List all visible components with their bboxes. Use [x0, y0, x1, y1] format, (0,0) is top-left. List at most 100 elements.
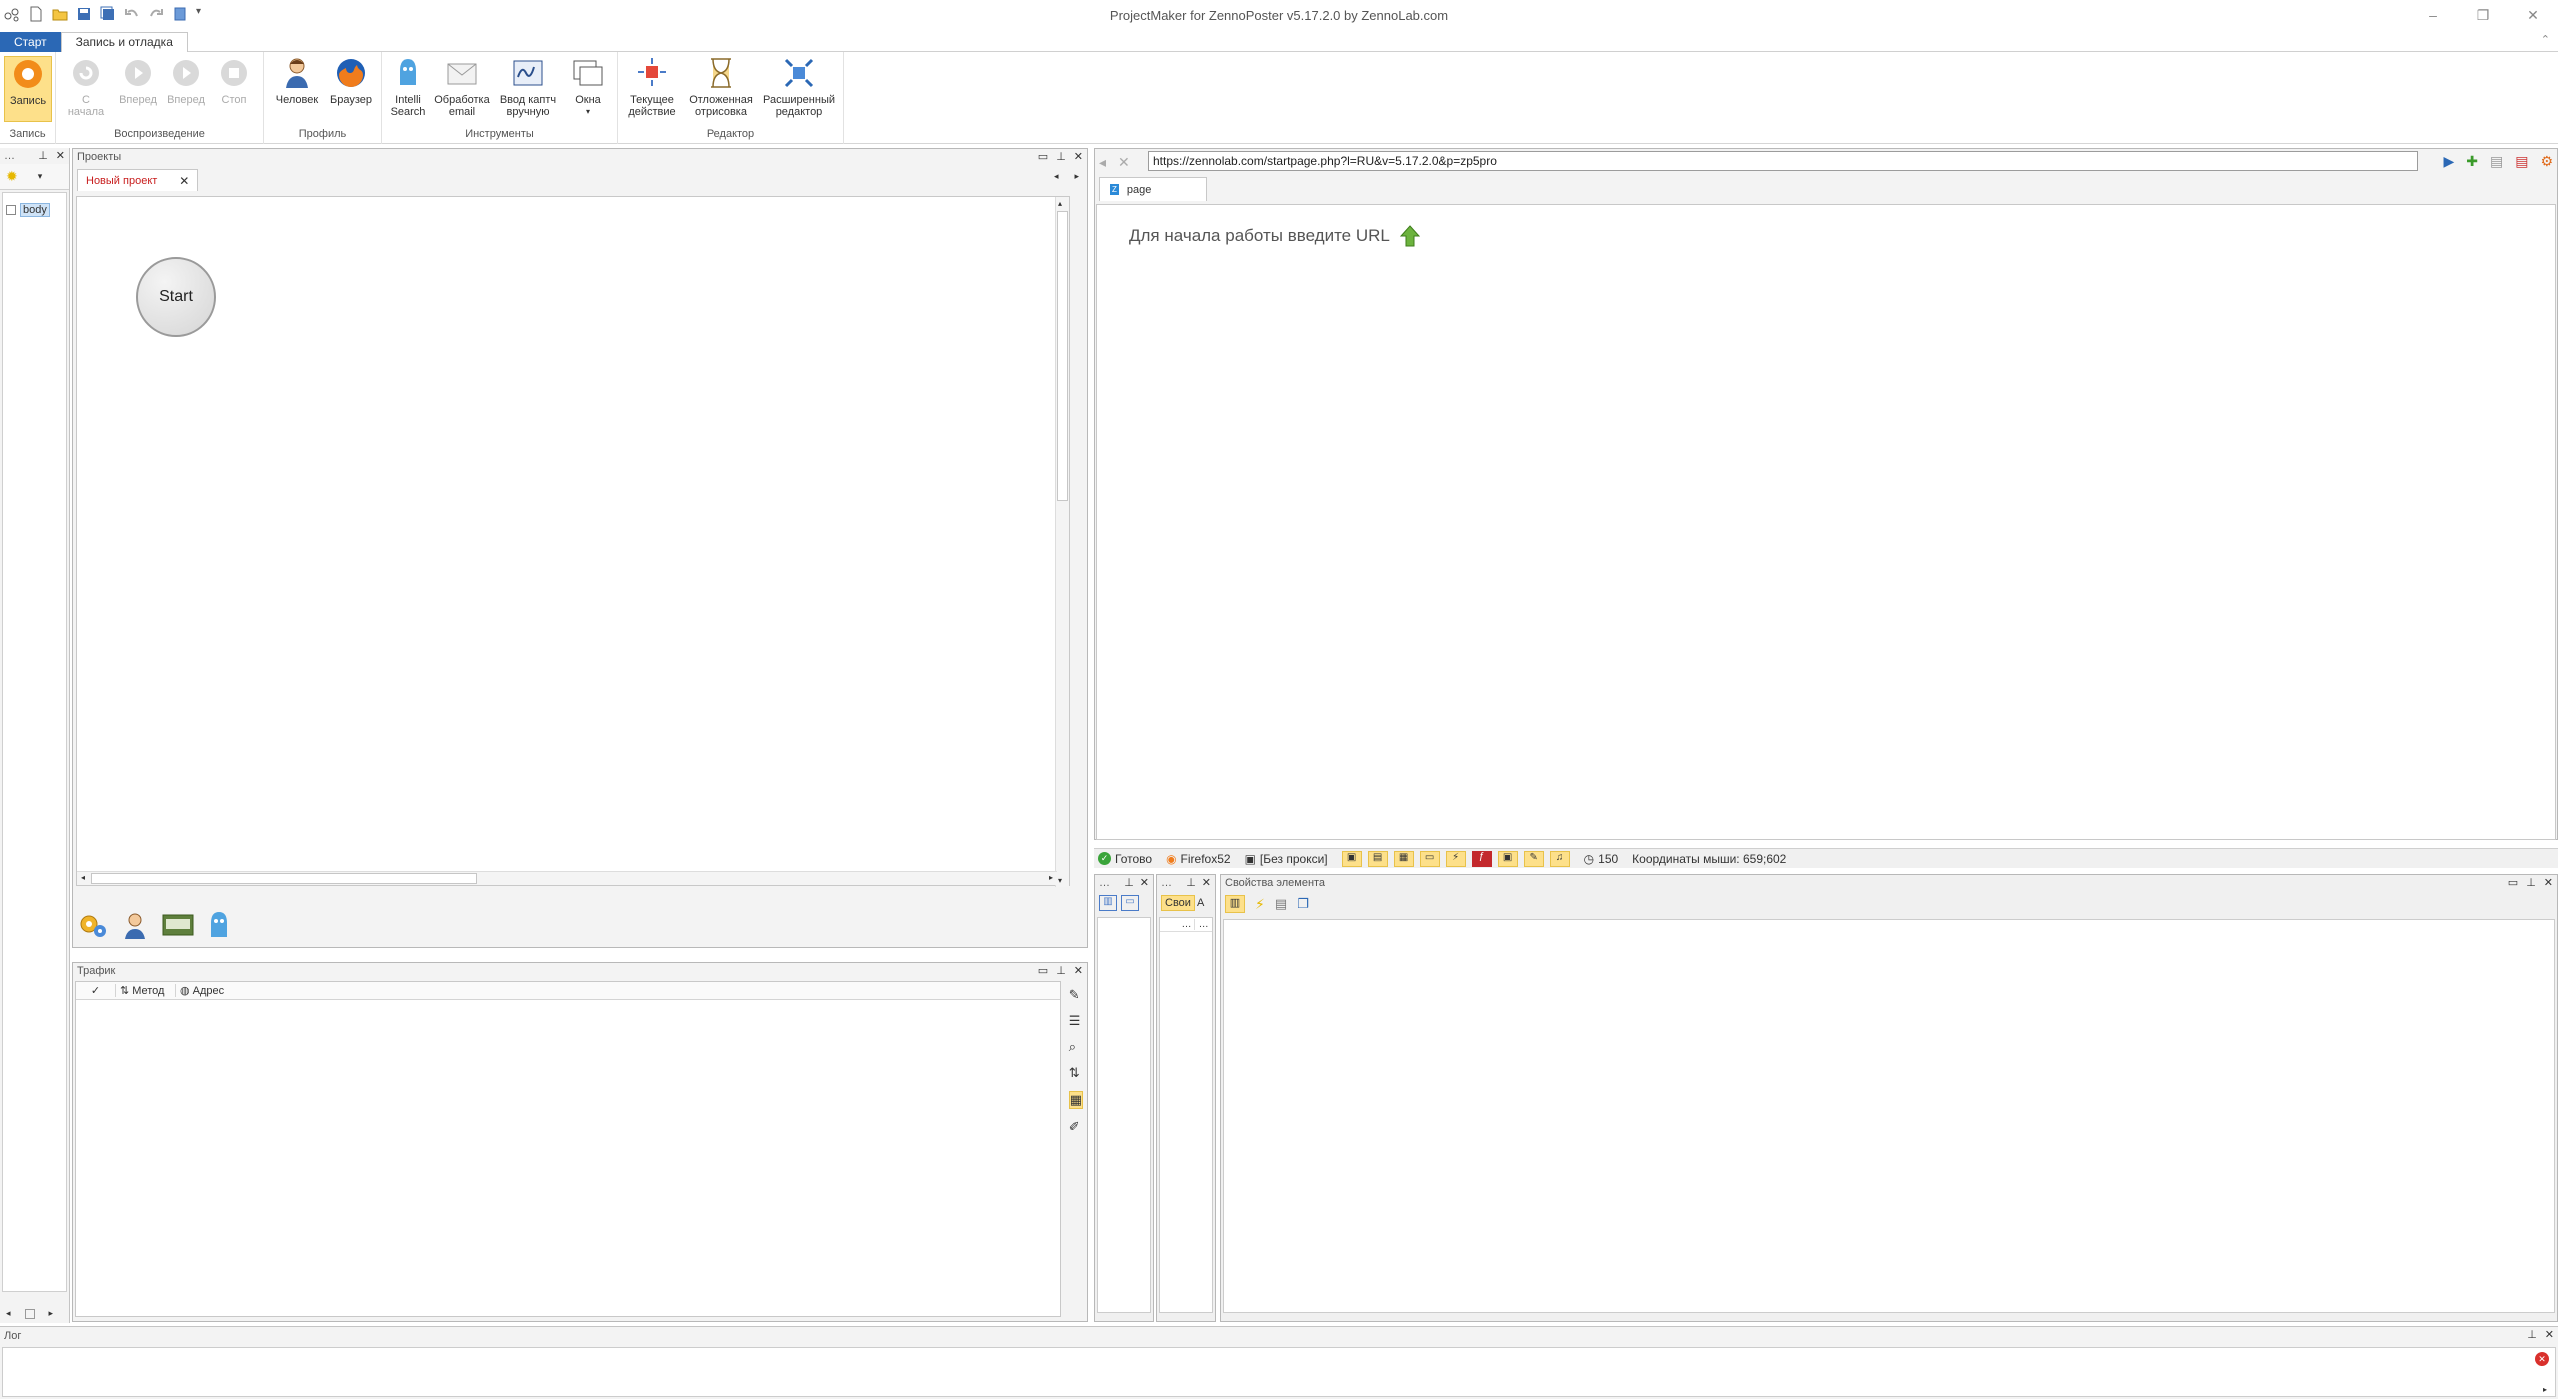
- tab-record-debug[interactable]: Запись и отладка: [60, 31, 188, 52]
- toggle-images-icon[interactable]: ▣: [1341, 850, 1362, 867]
- toggle-media-icon[interactable]: ♫: [1549, 850, 1570, 867]
- log-scroll-right-icon[interactable]: ▸: [2543, 1385, 2547, 1394]
- forward-button-1[interactable]: Вперед: [116, 56, 160, 106]
- intelli-bot-icon[interactable]: [206, 910, 232, 940]
- advanced-editor-button[interactable]: Расширенный редактор: [760, 56, 838, 118]
- forward-button-2[interactable]: Вперед: [164, 56, 208, 106]
- add-icon[interactable]: ✚: [2466, 153, 2478, 170]
- maximize-button[interactable]: ❐: [2458, 0, 2508, 30]
- column-address[interactable]: ◍ Адрес: [176, 984, 224, 998]
- close-panel-icon[interactable]: ✕: [1202, 876, 1211, 889]
- intelli-search-button[interactable]: Intelli Search: [388, 56, 428, 118]
- gears-icon[interactable]: [78, 910, 108, 940]
- attr-col-ellipsis-1[interactable]: …: [1179, 919, 1196, 930]
- copy-icon[interactable]: ❐: [1297, 896, 1309, 912]
- float-icon[interactable]: ▭: [1038, 964, 1048, 977]
- sort-arrows-icon[interactable]: ⇅: [1069, 1065, 1083, 1081]
- scroll-left-icon[interactable]: ◂: [81, 873, 85, 882]
- toggle-flash-icon[interactable]: ƒ: [1471, 850, 1492, 867]
- scroll-down-icon[interactable]: ▾: [1058, 876, 1062, 885]
- list-icon[interactable]: ☰: [1069, 1013, 1083, 1029]
- back-icon[interactable]: ◂: [1099, 154, 1106, 171]
- stop-load-icon[interactable]: ✕: [1118, 154, 1130, 171]
- start-node[interactable]: Start: [136, 257, 216, 337]
- ribbon-collapse-icon[interactable]: ⌃: [2541, 33, 2550, 46]
- column-method[interactable]: ⇅ Метод: [116, 984, 176, 997]
- browser-page-view[interactable]: Для начала работы введите URL: [1096, 204, 2556, 840]
- windows-button[interactable]: Окна ▾: [566, 56, 610, 118]
- close-panel-icon[interactable]: ✕: [2545, 1328, 2554, 1341]
- sun-icon[interactable]: ✹: [6, 168, 18, 185]
- scroll-up-icon[interactable]: ▴: [1058, 199, 1062, 208]
- browser-tab-page[interactable]: Z page: [1099, 177, 1207, 201]
- close-panel-icon[interactable]: ✕: [1140, 876, 1149, 889]
- tab-a[interactable]: А: [1197, 897, 1204, 909]
- close-window-button[interactable]: ✕: [2508, 0, 2558, 30]
- go-icon[interactable]: ▶: [2443, 153, 2454, 170]
- broom-icon[interactable]: ✐: [1069, 1119, 1083, 1135]
- clear-log-icon[interactable]: ✕: [2535, 1352, 2549, 1366]
- scroll-right-icon[interactable]: ▸: [49, 1308, 54, 1319]
- tab-new-project[interactable]: Новый проект ✕: [77, 169, 199, 191]
- url-input[interactable]: [1148, 151, 2418, 171]
- browser-button[interactable]: Браузер: [326, 56, 376, 106]
- toggle-grid-icon[interactable]: ▦: [1393, 850, 1414, 867]
- window-icon[interactable]: ▭: [1121, 895, 1139, 911]
- toggle-popups-icon[interactable]: ▣: [1497, 850, 1518, 867]
- dropdown-arrow-icon[interactable]: ▾: [38, 171, 43, 182]
- delete-page-icon[interactable]: ▤: [2515, 153, 2528, 170]
- pin-icon[interactable]: ⊥: [38, 149, 48, 162]
- canvas-horizontal-scrollbar[interactable]: ◂ ▸: [77, 871, 1057, 885]
- edit-icon[interactable]: ✎: [1069, 987, 1083, 1003]
- search-icon[interactable]: ⌕: [1069, 1039, 1083, 1055]
- project-canvas[interactable]: ▴ ▾ ◂ ▸: [76, 196, 1070, 887]
- layout-icon[interactable]: ▥: [1099, 895, 1117, 911]
- status-proxy[interactable]: ▣ [Без прокси]: [1245, 852, 1328, 866]
- human-button[interactable]: Человек: [272, 56, 322, 106]
- stop-button[interactable]: Стоп: [214, 56, 254, 106]
- check-column-icon[interactable]: ✓: [76, 984, 116, 997]
- pin-icon[interactable]: ⊥: [2527, 1328, 2537, 1341]
- user-icon[interactable]: [120, 910, 150, 940]
- toggle-js-icon[interactable]: ⚡: [1445, 850, 1466, 867]
- close-panel-icon[interactable]: ✕: [2544, 876, 2553, 889]
- pin-icon[interactable]: ⊥: [1056, 964, 1066, 977]
- pin-icon[interactable]: ⊥: [1056, 150, 1066, 163]
- close-panel-icon[interactable]: ✕: [56, 149, 65, 162]
- deferred-render-button[interactable]: Отложенная отрисовка: [686, 56, 756, 118]
- tab-start[interactable]: Старт: [0, 31, 61, 52]
- dom-tree-scroll[interactable]: ◂ ▸: [6, 1308, 53, 1319]
- scroll-right-icon[interactable]: ▸: [1049, 873, 1053, 882]
- keyboard-icon[interactable]: [162, 912, 194, 938]
- attr-col-ellipsis-2[interactable]: …: [1195, 919, 1212, 930]
- filter-icon[interactable]: ▦: [1068, 1091, 1083, 1109]
- page-icon[interactable]: ▤: [2490, 153, 2503, 170]
- close-panel-icon[interactable]: ✕: [1074, 150, 1083, 163]
- settings-alert-icon[interactable]: ⚙: [2540, 153, 2553, 170]
- scroll-left-icon[interactable]: ◂: [6, 1308, 11, 1319]
- lightning-icon[interactable]: ⚡: [1255, 896, 1265, 913]
- panes-icon[interactable]: ▥: [1225, 895, 1245, 913]
- pin-icon[interactable]: ⊥: [1124, 876, 1134, 889]
- status-engine[interactable]: ◉ Firefox52: [1166, 852, 1231, 866]
- pin-icon[interactable]: ⊥: [1186, 876, 1196, 889]
- close-tab-icon[interactable]: ✕: [179, 174, 189, 188]
- scroll-thumb[interactable]: [24, 1308, 35, 1319]
- toggle-css-icon[interactable]: ▭: [1419, 850, 1440, 867]
- tab-scroll-right-icon[interactable]: ▸: [1074, 171, 1079, 182]
- tab-scroll-left-icon[interactable]: ◂: [1054, 171, 1059, 182]
- manual-captcha-button[interactable]: Ввод каптч вручную: [496, 56, 560, 118]
- canvas-hscroll-thumb[interactable]: [91, 873, 477, 884]
- current-action-button[interactable]: Текущее действие: [622, 56, 682, 118]
- float-icon[interactable]: ▭: [1038, 150, 1048, 163]
- canvas-vscroll-thumb[interactable]: [1057, 211, 1068, 501]
- record-button[interactable]: Запись: [4, 56, 52, 122]
- toggle-plugins-icon[interactable]: ✎: [1523, 850, 1544, 867]
- document-icon[interactable]: ▤: [1275, 896, 1287, 912]
- pin-icon[interactable]: ⊥: [2526, 876, 2536, 889]
- from-start-button[interactable]: С начала: [64, 56, 108, 118]
- canvas-vertical-scrollbar[interactable]: ▴ ▾: [1055, 197, 1069, 887]
- email-processing-button[interactable]: Обработка email: [432, 56, 492, 118]
- close-panel-icon[interactable]: ✕: [1074, 964, 1083, 977]
- tree-item[interactable]: body: [3, 203, 66, 217]
